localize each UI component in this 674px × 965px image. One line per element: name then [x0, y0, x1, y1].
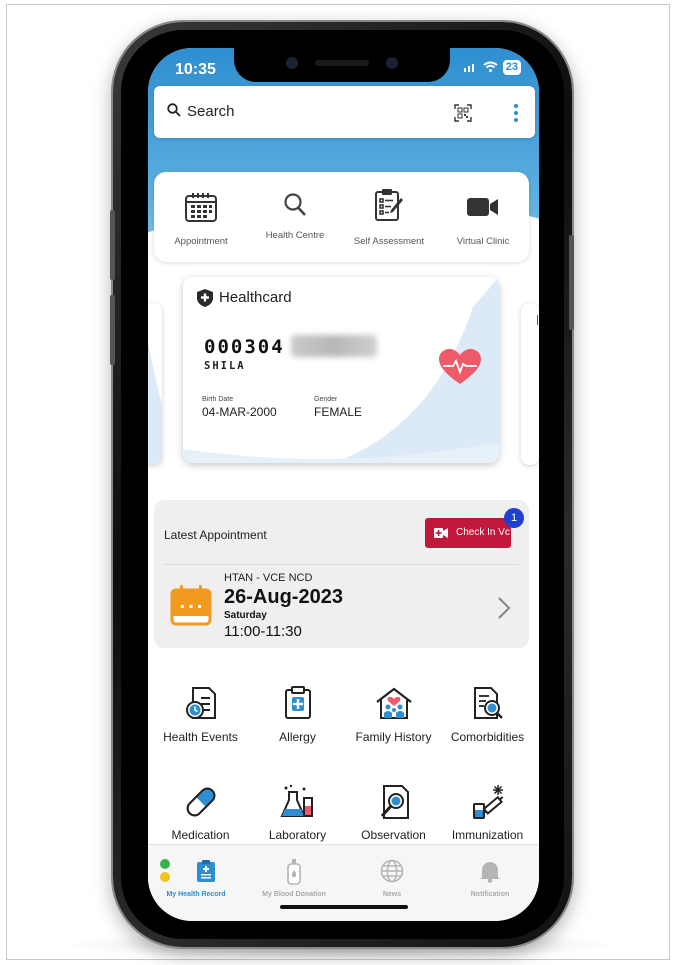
status-dot-green — [160, 859, 170, 869]
bottom-navigation: My Health Record My Blood Donation News — [148, 844, 539, 921]
blood-bag-icon — [287, 859, 301, 885]
quick-action-label: Virtual Clinic — [456, 236, 510, 247]
quick-action-health-centre[interactable]: Health Centre — [248, 172, 342, 262]
video-camera-icon — [434, 528, 448, 538]
notification-badge: 1 — [504, 508, 524, 528]
nav-my-health-record[interactable]: My Health Record — [148, 853, 244, 913]
healthcard[interactable]: Healthcard 000304 SHILA Birth Date 04-MA… — [183, 277, 499, 463]
menu-family-history[interactable]: Family History — [345, 686, 442, 756]
power-button — [569, 235, 574, 330]
status-dot-yellow — [160, 872, 170, 882]
nav-label: My Health Record — [166, 891, 226, 898]
signal-icon — [463, 60, 478, 75]
search-bar[interactable]: Search — [154, 86, 535, 138]
allergy-clipboard-icon — [284, 686, 311, 719]
previous-card-peek[interactable] — [148, 303, 162, 465]
speaker-grille — [315, 60, 369, 66]
nav-label: News — [382, 891, 402, 898]
qr-scan-icon[interactable] — [454, 104, 472, 122]
menu-allergy[interactable]: Allergy — [249, 686, 346, 756]
appointment-clinic: HTAN - VCE NCD — [224, 572, 313, 584]
lab-flask-icon — [279, 784, 313, 817]
calendar-grid-icon — [185, 193, 217, 222]
comorbidities-report-icon — [473, 687, 503, 719]
gender-value: FEMALE — [314, 405, 363, 419]
divider — [164, 564, 519, 565]
health-record-clipboard-icon — [196, 860, 215, 882]
volume-up-button — [110, 210, 115, 280]
search-input[interactable]: Search — [187, 103, 235, 120]
app-screen: 10:35 23 Search Appointment Health Centr… — [148, 48, 539, 921]
home-indicator — [280, 905, 408, 909]
globe-icon — [380, 859, 404, 883]
chevron-right-icon[interactable] — [497, 596, 511, 620]
healthcard-number-redacted — [291, 335, 377, 357]
quick-action-virtual-clinic[interactable]: Virtual Clinic — [436, 172, 530, 262]
nav-notification[interactable]: Notification — [442, 853, 538, 913]
volume-down-button — [110, 295, 115, 365]
notch — [234, 48, 450, 82]
menu-label: Comorbidities — [450, 730, 525, 744]
health-events-icon — [185, 687, 216, 719]
battery-icon: 23 — [502, 60, 521, 75]
latest-appointment-heading: Latest Appointment — [164, 528, 267, 542]
search-icon — [284, 193, 306, 216]
check-in-vc-button[interactable]: Check In Vc — [425, 518, 511, 548]
wifi-icon — [483, 60, 498, 75]
quick-action-label: Health Centre — [265, 230, 325, 241]
nav-label: Notification — [470, 891, 510, 898]
clipboard-edit-icon — [375, 189, 403, 221]
nav-my-blood-donation[interactable]: My Blood Donation — [246, 853, 342, 913]
quick-action-self-assessment[interactable]: Self Assessment — [342, 172, 436, 262]
status-icons: 23 — [463, 60, 521, 75]
birth-date-label: Birth Date — [202, 396, 234, 403]
appointment-time: 11:00-11:30 — [224, 623, 302, 640]
sensor-icon — [386, 57, 398, 69]
menu-label: Immunization — [451, 828, 524, 842]
healthcard-name: SHILA — [204, 360, 246, 372]
status-time: 10:35 — [175, 61, 216, 78]
observation-magnifier-icon — [380, 785, 409, 819]
camera-icon — [286, 57, 298, 69]
family-house-icon — [375, 687, 412, 719]
appointment-date: 26-Aug-2023 — [224, 586, 343, 608]
quick-action-appointment[interactable]: Appointment — [154, 172, 248, 262]
check-in-vc-label: Check In Vc — [456, 527, 510, 538]
quick-action-label: Appointment — [174, 236, 228, 247]
search-icon — [167, 103, 181, 117]
more-options-icon[interactable] — [514, 104, 518, 122]
healthcard-number: 000304 — [204, 336, 285, 358]
calendar-icon — [170, 585, 212, 626]
latest-appointment-panel: Latest Appointment Check In Vc 1 HTAN - … — [154, 500, 529, 648]
heart-pulse-icon — [439, 349, 481, 384]
bell-icon — [480, 862, 500, 883]
shield-cross-icon — [197, 289, 213, 307]
next-card-peek[interactable] — [521, 303, 539, 465]
quick-action-label: Self Assessment — [353, 236, 425, 247]
vaccine-syringe-icon — [472, 785, 503, 819]
gender-label: Gender — [314, 396, 338, 403]
pill-capsule-icon — [186, 787, 215, 817]
menu-health-events[interactable]: Health Events — [152, 686, 249, 756]
nav-label: My Blood Donation — [262, 891, 326, 898]
birth-date-value: 04-MAR-2000 — [202, 405, 277, 419]
healthcard-title: Healthcard — [219, 289, 292, 306]
video-camera-icon — [467, 198, 498, 216]
appointment-day: Saturday — [224, 610, 267, 621]
menu-comorbidities[interactable]: Comorbidities — [439, 686, 536, 756]
quick-actions-card: Appointment Health Centre Self Assessmen… — [154, 172, 529, 262]
nav-news[interactable]: News — [344, 853, 440, 913]
